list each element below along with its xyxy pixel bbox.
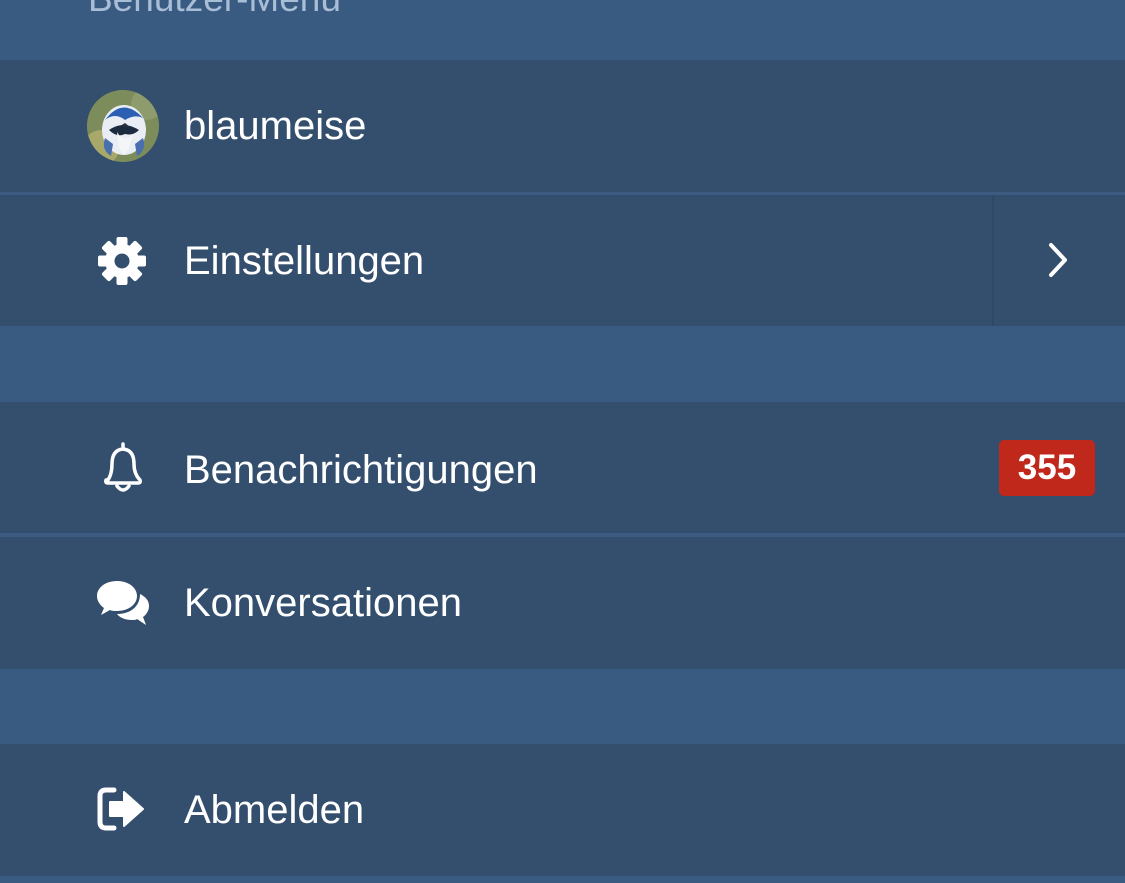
menu-spacer [0,669,1125,744]
menu-spacer [0,326,1125,402]
sign-out-icon [96,784,146,834]
user-menu: Benutzer-Menü blaumeise [0,0,1125,883]
blue-tit-avatar-icon [87,90,159,162]
notifications-label: Benachrichtigungen [184,448,538,492]
gear-icon [96,235,148,287]
settings-label: Einstellungen [184,239,425,283]
logout-label: Abmelden [184,788,365,832]
username-label: blaumeise [184,104,367,148]
chat-bubbles-icon [95,577,151,629]
settings-menu-item[interactable]: Einstellungen [0,195,1125,326]
user-profile-link[interactable]: blaumeise [0,60,1125,192]
bell-icon [95,440,151,496]
conversations-label: Konversationen [184,581,462,625]
settings-submenu-toggle[interactable] [992,195,1125,326]
notifications-menu-item[interactable]: Benachrichtigungen [0,402,1125,533]
menu-bottom-edge [0,876,1125,883]
user-avatar [87,90,159,162]
logout-menu-item[interactable]: Abmelden [0,744,1125,876]
user-menu-header: Benutzer-Menü [0,0,1125,60]
user-menu-title: Benutzer-Menü [88,0,341,21]
notifications-count-badge: 355 [999,440,1095,496]
conversations-menu-item[interactable]: Konversationen [0,537,1125,669]
chevron-right-icon [1049,243,1067,277]
